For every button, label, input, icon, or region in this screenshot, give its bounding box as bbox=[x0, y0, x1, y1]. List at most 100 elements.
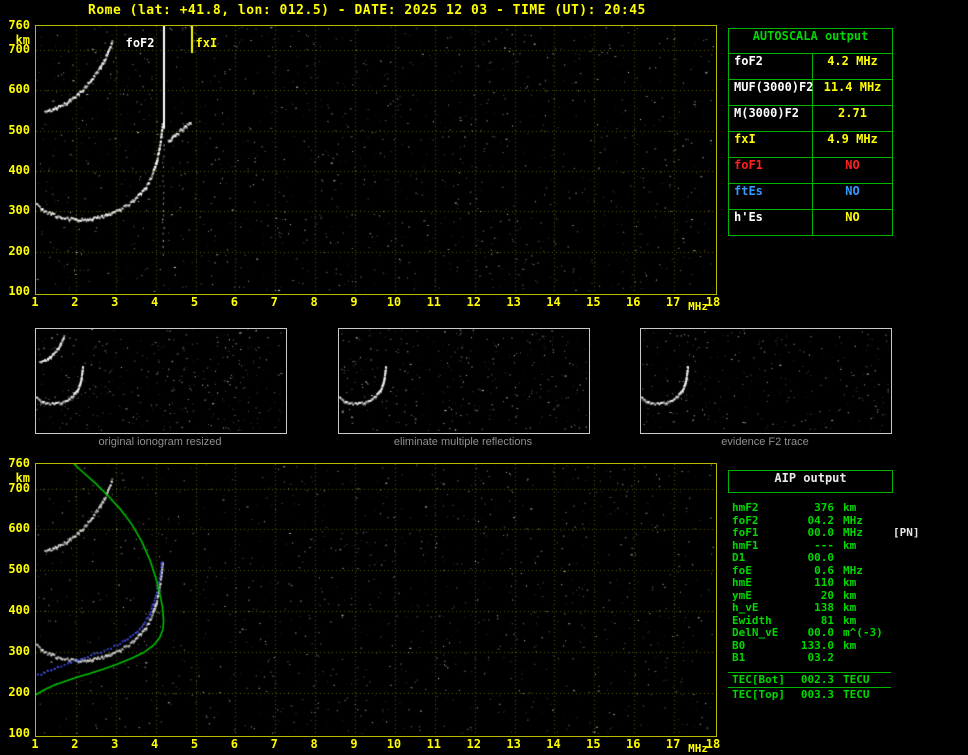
aip-row: DelN_vE 00.0 m^(-3) bbox=[728, 626, 948, 639]
aip-note bbox=[889, 626, 893, 639]
aip-row: foE 0.6 MHz bbox=[728, 564, 948, 577]
aip-tec-row: TEC[Top] 003.3 TECU bbox=[728, 686, 891, 702]
autoscala-row: fxI 4.9 MHz bbox=[729, 132, 892, 158]
autoscala-row-label: fxI bbox=[729, 132, 813, 157]
aip-label: hmE bbox=[732, 576, 752, 589]
aip-row: foF1 00.0 MHz [PN] bbox=[728, 526, 948, 539]
aip-label: B0 bbox=[732, 638, 746, 652]
aip-unit: MHz bbox=[843, 526, 863, 539]
aip-unit: TECU bbox=[843, 687, 870, 701]
x-tick-label: 8 bbox=[310, 295, 318, 309]
thumbnail-reflections-canvas bbox=[339, 329, 587, 431]
autoscala-row: MUF(3000)F2 11.4 MHz bbox=[729, 80, 892, 106]
x-tick-label: 13 bbox=[506, 295, 521, 309]
aip-note bbox=[889, 601, 893, 614]
x-tick-label: 10 bbox=[386, 737, 402, 751]
aip-label: foF2 bbox=[732, 513, 759, 527]
aip-label: h_vE bbox=[732, 601, 759, 614]
x-tick-label: 14 bbox=[546, 295, 561, 309]
aip-value: 81 bbox=[820, 613, 834, 627]
aip-note bbox=[889, 539, 893, 552]
aip-value: 00.0 bbox=[807, 526, 835, 539]
aip-note: [PN] bbox=[893, 526, 920, 539]
aip-note bbox=[889, 501, 893, 514]
aip-unit: km bbox=[843, 538, 857, 552]
x-tick-label: 3 bbox=[111, 737, 119, 751]
aip-label: hmF1 bbox=[732, 538, 759, 552]
y-tick-label: 600 bbox=[8, 521, 30, 536]
aip-value: 003.3 bbox=[800, 687, 834, 701]
autoscala-row-label: foF1 bbox=[729, 158, 813, 183]
x-tick-label: 17 bbox=[665, 295, 681, 309]
x-tick-label: 7 bbox=[270, 295, 278, 309]
x-tick-label: 9 bbox=[350, 737, 358, 751]
autoscala-row-value: NO bbox=[845, 158, 860, 172]
aip-label: DelN_vE bbox=[732, 626, 779, 639]
aip-note bbox=[889, 639, 893, 652]
aip-unit: km bbox=[843, 576, 857, 589]
y-tick-label: 400 bbox=[8, 163, 30, 178]
x-tick-label: 11 bbox=[426, 295, 442, 309]
autoscala-row-label: ftEs bbox=[729, 184, 813, 209]
aip-row: B0 133.0 km bbox=[728, 639, 948, 652]
thumbnail-f2-trace bbox=[640, 328, 892, 434]
aip-label: hmF2 bbox=[732, 501, 759, 514]
autoscala-row-label: h'Es bbox=[729, 210, 813, 235]
aip-row: foF2 04.2 MHz bbox=[728, 514, 948, 527]
aip-unit: MHz bbox=[843, 513, 863, 527]
y-tick-label: 500 bbox=[8, 562, 30, 577]
aip-value: 376 bbox=[814, 501, 834, 514]
aip-unit bbox=[834, 651, 889, 664]
x-tick-label: 16 bbox=[626, 295, 641, 309]
aip-note bbox=[889, 589, 893, 602]
x-tick-label: 10 bbox=[386, 295, 402, 309]
top-ionogram-plot bbox=[35, 25, 717, 295]
autoscala-row: foF2 4.2 MHz bbox=[729, 54, 892, 80]
autoscala-row-value: NO bbox=[845, 210, 860, 224]
aip-label: TEC[Top] bbox=[732, 687, 785, 701]
x-tick-label: 5 bbox=[190, 737, 199, 751]
x-tick-label: 4 bbox=[151, 737, 159, 751]
aip-row: Ewidth 81 km bbox=[728, 614, 948, 627]
x-tick-label: 2 bbox=[71, 737, 79, 751]
aip-value: 00.0 bbox=[807, 626, 835, 639]
x-tick-label: 2 bbox=[71, 295, 79, 309]
thumbnail-original-ionogram bbox=[35, 328, 287, 434]
aip-value: 20 bbox=[820, 588, 834, 602]
aip-unit: m^(-3) bbox=[843, 626, 883, 639]
aip-label: Ewidth bbox=[732, 613, 772, 627]
y-tick-label: 200 bbox=[8, 243, 30, 258]
x-tick-label: 15 bbox=[586, 737, 601, 751]
thumbnail-f2-canvas bbox=[641, 329, 889, 431]
x-tick-label: 5 bbox=[190, 295, 199, 309]
aip-note bbox=[889, 551, 893, 564]
x-tick-label: 6 bbox=[230, 295, 239, 309]
aip-note bbox=[889, 651, 893, 664]
autoscala-table-header: AUTOSCALA output bbox=[729, 29, 892, 54]
autoscala-row-value: 11.4 MHz bbox=[823, 80, 882, 94]
aip-row: hmF2 376 km bbox=[728, 501, 948, 514]
aip-value: 00.0 bbox=[807, 551, 835, 564]
autoscala-table-body: foF2 4.2 MHz MUF(3000)F2 11.4 MHz M(3000)F2 2… bbox=[729, 54, 892, 235]
autoscala-row: ftEs NO bbox=[729, 184, 892, 210]
x-tick-label: 14 bbox=[546, 737, 561, 751]
autoscala-row: M(3000)F2 2.71 bbox=[729, 106, 892, 132]
autoscala-row-value: 4.9 MHz bbox=[827, 132, 878, 146]
foF2-marker-label: foF2 bbox=[125, 36, 155, 50]
autoscala-row-label: foF2 bbox=[729, 54, 813, 79]
aip-row: D1 00.0 bbox=[728, 551, 948, 564]
x-tick-label: 4 bbox=[151, 295, 159, 309]
thumbnail-caption-reflections: eliminate multiple reflections bbox=[393, 436, 533, 448]
x-axis-unit-label: MHz bbox=[688, 300, 708, 313]
aip-label: foE bbox=[732, 563, 752, 577]
aip-row: ymE 20 km bbox=[728, 589, 948, 602]
aip-note bbox=[889, 576, 893, 589]
aip-row: hmF1 --- km bbox=[728, 539, 948, 552]
aip-note bbox=[889, 614, 893, 627]
aip-unit: km bbox=[843, 638, 857, 652]
y-axis-unit-label: km bbox=[15, 33, 30, 47]
thumbnail-caption-f2: evidence F2 trace bbox=[721, 436, 809, 448]
aip-note bbox=[889, 514, 893, 527]
aip-value: 002.3 bbox=[800, 673, 834, 686]
aip-output-table: hmF2 376 km foF2 04.2 MHz foF1 00.0 MHz [PN] hmF1 -… bbox=[728, 501, 948, 664]
